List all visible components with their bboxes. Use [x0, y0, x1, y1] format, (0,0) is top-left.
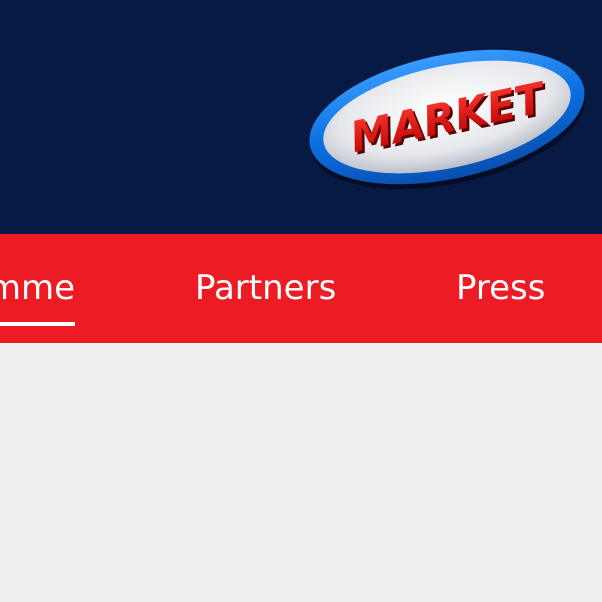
content-area [0, 343, 602, 602]
main-nav: mme Partners Press [0, 234, 602, 343]
market-logo-graphic: MARKET MARKET [309, 49, 586, 190]
site-header: MARKET MARKET [0, 0, 602, 234]
market-logo[interactable]: MARKET MARKET [303, 40, 591, 195]
nav-item-press[interactable]: Press [456, 234, 545, 343]
nav-item-programme[interactable]: mme [0, 234, 75, 343]
nav-item-partners[interactable]: Partners [195, 234, 336, 343]
active-nav-underline [0, 322, 75, 326]
